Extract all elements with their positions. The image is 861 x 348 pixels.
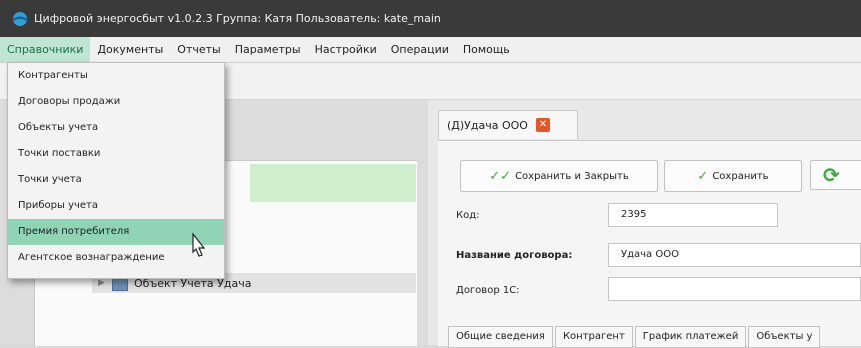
double-check-icon: ✓✓ <box>489 168 512 184</box>
menu-help[interactable]: Помощь <box>456 37 517 62</box>
tab-document-label: (Д)Удача ООО <box>447 118 528 132</box>
tab-document[interactable]: (Д)Удача ООО ✕ <box>438 110 578 139</box>
save-button[interactable]: ✓ Сохранить <box>664 160 802 192</box>
menu-parameters[interactable]: Параметры <box>228 37 308 62</box>
save-and-close-label: Сохранить и Закрыть <box>515 170 629 182</box>
close-icon[interactable]: ✕ <box>535 118 550 132</box>
menu-item-meters[interactable]: Приборы учета <box>8 193 224 219</box>
menu-item-sales-contracts[interactable]: Договоры продажи <box>8 89 224 115</box>
menu-bar: Справочники Документы Отчеты Параметры Н… <box>0 37 861 63</box>
contract-name-field[interactable]: Удача ООО <box>608 243 861 267</box>
menu-settings[interactable]: Настройки <box>308 37 384 62</box>
mouse-pointer-icon <box>192 232 206 257</box>
contract-name-label: Название договора: <box>456 250 573 261</box>
contract-1c-field[interactable] <box>608 277 861 301</box>
code-label: Код: <box>456 210 480 221</box>
refresh-icon: ⟳ <box>823 163 840 187</box>
tree-selected-row[interactable] <box>250 164 416 202</box>
refresh-button[interactable]: ⟳ <box>810 160 861 190</box>
save-and-close-button[interactable]: ✓✓ Сохранить и Закрыть <box>460 160 658 192</box>
menu-item-accounting-objects[interactable]: Объекты учета <box>8 115 224 141</box>
app-logo-icon <box>13 11 27 26</box>
menu-operations[interactable]: Операции <box>384 37 456 62</box>
menu-reports[interactable]: Отчеты <box>170 37 227 62</box>
save-label: Сохранить <box>712 170 769 182</box>
menu-item-supply-points[interactable]: Точки поставки <box>8 141 224 167</box>
menu-documents[interactable]: Документы <box>90 37 170 62</box>
menu-references[interactable]: Справочники <box>0 37 91 62</box>
document-panel: (Д)Удача ООО ✕ ✓✓ Сохранить и Закрыть ✓ … <box>428 100 861 348</box>
menu-item-metering-points[interactable]: Точки учета <box>8 167 224 193</box>
window-title: Цифровой энергосбыт v1.0.2.3 Группа: Кат… <box>34 12 441 25</box>
code-field[interactable]: 2395 <box>608 203 778 227</box>
title-bar: Цифровой энергосбыт v1.0.2.3 Группа: Кат… <box>0 0 861 37</box>
menu-item-counterparties[interactable]: Контрагенты <box>8 63 224 89</box>
chevron-right-icon[interactable]: ▶ <box>98 278 112 288</box>
contract-1c-label: Договор 1С: <box>456 285 520 296</box>
document-form: ✓✓ Сохранить и Закрыть ✓ Сохранить ⟳ Код… <box>438 140 861 346</box>
check-icon: ✓ <box>697 168 709 184</box>
